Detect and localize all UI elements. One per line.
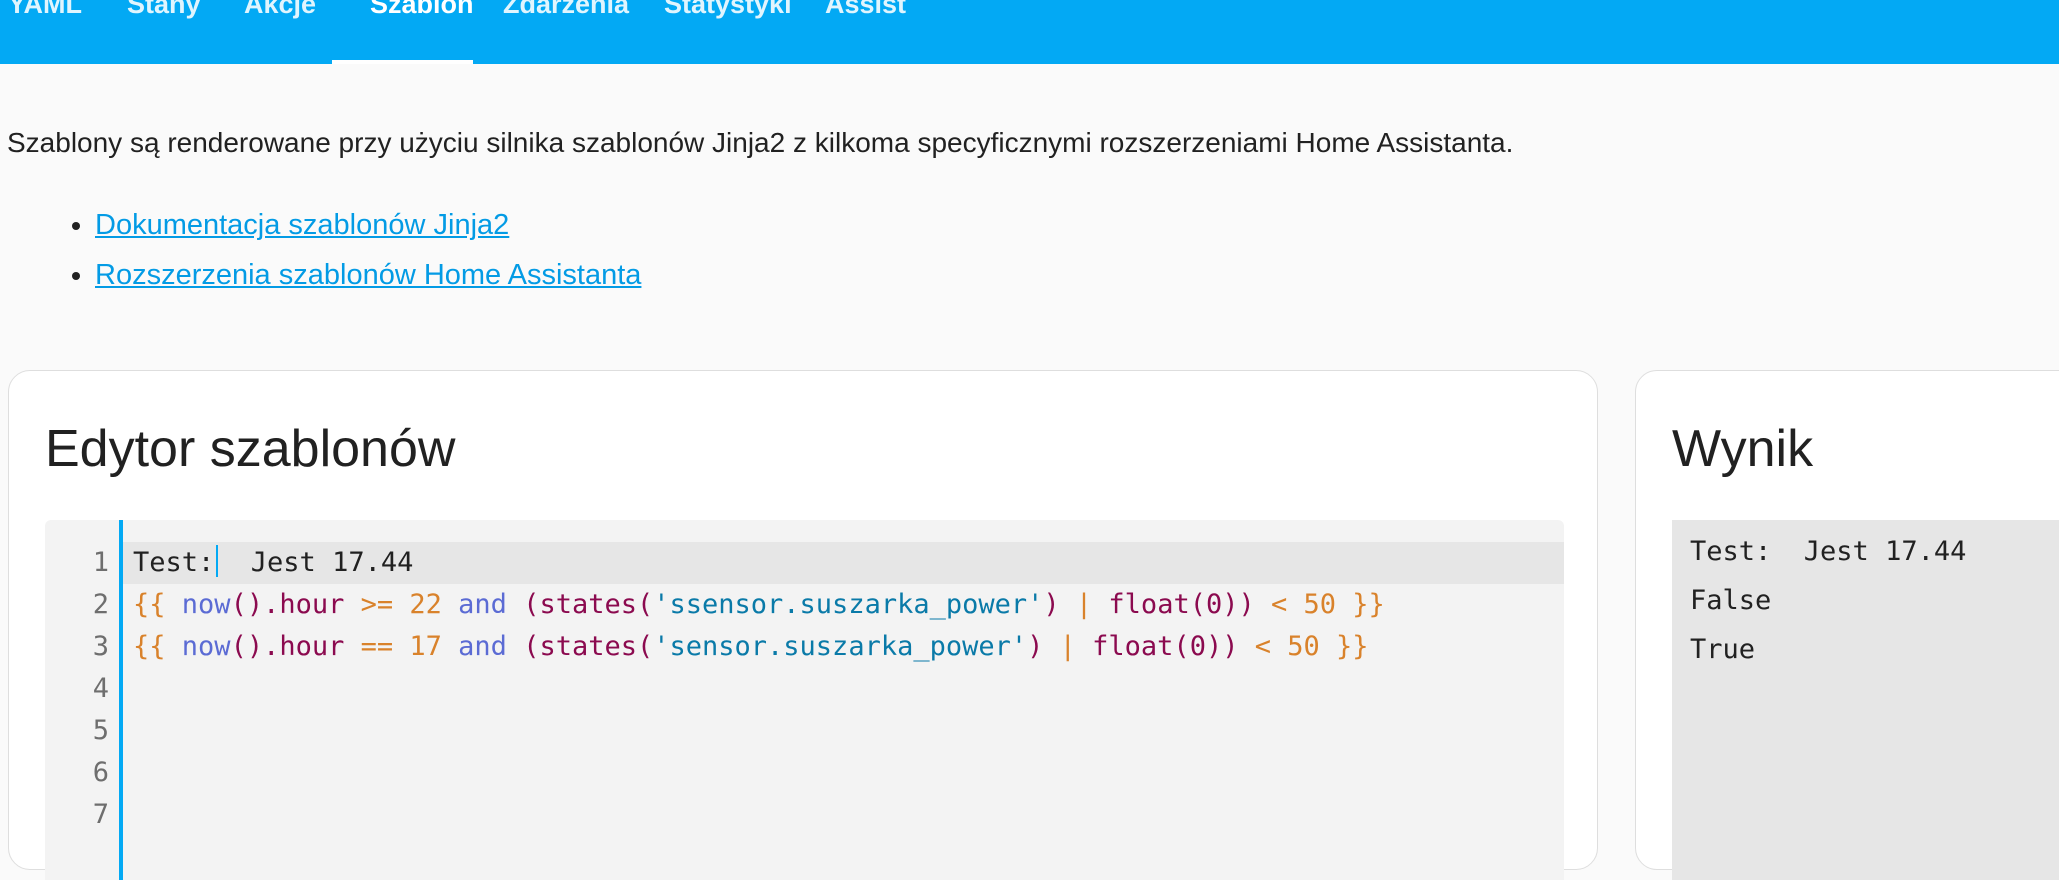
code-line[interactable] (123, 710, 1564, 752)
template-editor-card: Edytor szablonów 1 2 3 4 5 6 7 Test: Jest 17.4… (8, 370, 1598, 880)
code-token: 50 (1287, 631, 1337, 662)
code-token: 'sensor.suszarka_power' (653, 631, 1028, 662)
code-token: 50 (1303, 589, 1353, 620)
code-token: }} (1352, 589, 1385, 620)
intro-text: Szablony są renderowane przy użyciu siln… (7, 127, 1514, 158)
top-tab-bar: YAML Stany Akcje Szablon Zdarzenia Statystyki… (0, 0, 2059, 64)
code-token: Jest 17.44 (218, 547, 414, 578)
code-editor[interactable]: 1234567 Test: Jest 17.44{{ now().hour >=… (45, 520, 1564, 880)
code-token: float(0)) (1092, 631, 1255, 662)
code-token: now (181, 631, 231, 662)
code-token: 'ssensor.suszarka_power' (653, 589, 1044, 620)
code-line[interactable] (123, 752, 1564, 794)
line-number: 7 (92, 799, 109, 830)
code-token: | (1075, 589, 1109, 620)
code-token: == (360, 631, 410, 662)
tab-assist[interactable]: Assist (787, 0, 944, 64)
doc-links-list: Dokumentacja szablonów Jinja2 Rozszerzen… (60, 200, 641, 300)
code-token: 17 (409, 631, 459, 662)
code-token: and (458, 589, 524, 620)
code-line[interactable]: {{ now().hour >= 22 and (states('ssensor… (123, 584, 1564, 626)
code-token: ().hour (230, 631, 361, 662)
code-token: 22 (409, 589, 459, 620)
code-line[interactable] (123, 668, 1564, 710)
result-card: Wynik Test: Jest 17.44 False True (1635, 370, 2059, 880)
list-item: Dokumentacja szablonów Jinja2 (95, 200, 641, 250)
code-token: {{ (133, 589, 182, 620)
code-token: < (1254, 631, 1288, 662)
line-number: 2 (92, 589, 109, 620)
line-number: 1 (92, 547, 109, 578)
code-line[interactable]: {{ now().hour == 17 and (states('sensor.… (123, 626, 1564, 668)
code-token: < (1270, 589, 1304, 620)
code-token: ) (1043, 589, 1076, 620)
code-token: (states( (523, 589, 654, 620)
ha-extensions-link[interactable]: Rozszerzenia szablonów Home Assistanta (95, 259, 641, 291)
code-token: ().hour (230, 589, 361, 620)
result-line: True (1690, 634, 1756, 665)
line-number: 4 (92, 673, 109, 704)
code-token: >= (360, 589, 410, 620)
code-content[interactable]: Test: Jest 17.44{{ now().hour >= 22 and … (123, 520, 1564, 880)
list-item: Rozszerzenia szablonów Home Assistanta (95, 250, 641, 300)
code-token: | (1059, 631, 1093, 662)
line-number: 3 (92, 631, 109, 662)
code-token: }} (1336, 631, 1369, 662)
code-token: (states( (523, 631, 654, 662)
code-token: float(0)) (1108, 589, 1271, 620)
editor-title: Edytor szablonów (45, 420, 456, 478)
result-line: False (1690, 585, 1772, 616)
jinja2-docs-link[interactable]: Dokumentacja szablonów Jinja2 (95, 209, 509, 241)
tab-szablon[interactable]: Szablon (332, 0, 474, 64)
code-token: ) (1027, 631, 1060, 662)
code-line[interactable] (123, 794, 1564, 836)
line-number: 6 (92, 757, 109, 788)
result-title: Wynik (1672, 420, 1814, 478)
line-number-gutter: 1 2 3 4 5 6 7 (45, 520, 123, 880)
result-output: Test: Jest 17.44 False True (1672, 520, 2059, 880)
code-token: and (458, 631, 524, 662)
code-token: now (181, 589, 231, 620)
code-token: Test: (133, 547, 215, 578)
line-number: 5 (92, 715, 109, 746)
code-token: {{ (133, 631, 182, 662)
result-line: Test: Jest 17.44 (1690, 536, 1967, 567)
code-line[interactable]: Test: Jest 17.44 (123, 542, 1564, 584)
